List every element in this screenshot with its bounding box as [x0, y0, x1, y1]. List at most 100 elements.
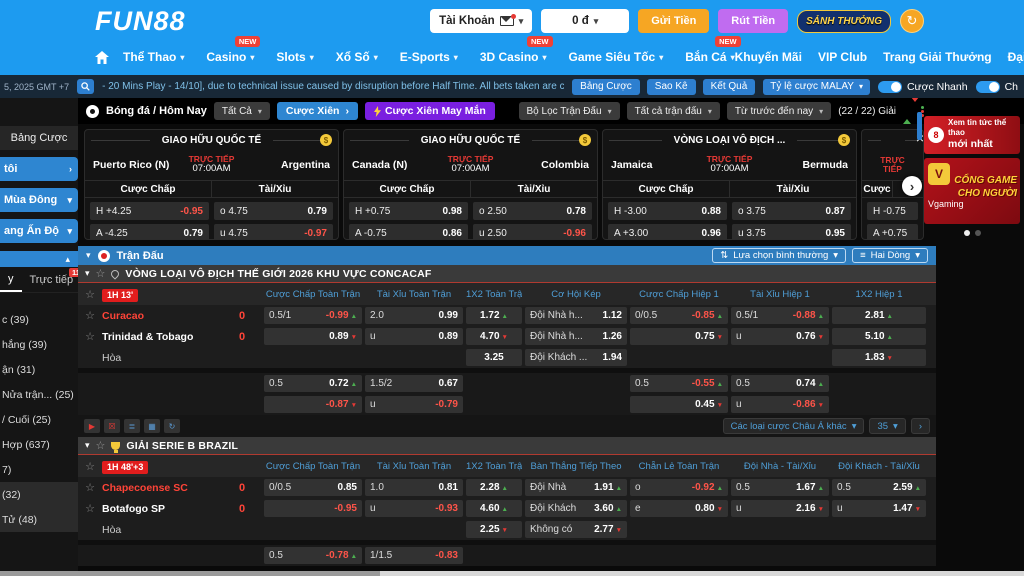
odds-cell[interactable]: u-0.86▼ [731, 396, 829, 413]
second-toggle[interactable]: Ch [976, 81, 1018, 93]
odds-cell[interactable]: u0.76▼ [731, 328, 829, 345]
announcement-button-ket-qua[interactable]: Kết Quả [703, 79, 756, 95]
sidebar-tab-live[interactable]: Trực tiếp 117 [22, 267, 79, 292]
sidebar-tab-today[interactable]: y [0, 267, 22, 292]
filter-select-bo-loc-tran-au[interactable]: Bộ Lọc Trận Đấu▾ [519, 102, 620, 120]
odds-cell[interactable]: 1/1.5-0.83 [365, 547, 463, 564]
sidebar-item-7[interactable]: 7) [0, 457, 78, 482]
other-bets-select[interactable]: Các loại cược Châu Á khác▾ [723, 418, 865, 434]
nav-item-xo-so[interactable]: Xổ Số▾ [336, 50, 378, 64]
mix-parlay-button[interactable]: Cược Xiên › [277, 102, 358, 120]
odds-cell[interactable]: A +0.75 [867, 224, 918, 240]
quick-bet-toggle[interactable]: Cược Nhanh [878, 81, 968, 93]
chevron-down-icon[interactable]: ▾ [85, 440, 90, 451]
page-size-select[interactable]: 35▾ [869, 418, 905, 434]
odds-cell[interactable]: 4.60▲ [466, 500, 522, 517]
sidebar-item-32[interactable]: (32) [0, 482, 78, 507]
odds-cell[interactable]: 0.89▼ [264, 328, 362, 345]
odds-cell[interactable]: 0/0.50.85 [264, 479, 362, 496]
odds-cell[interactable]: u 2.50-0.96 [473, 224, 592, 240]
odds-cell[interactable]: e0.80▼ [630, 500, 728, 517]
nav-item-e-sports[interactable]: E-Sports▾ [400, 50, 458, 64]
sidebar-item-an-31[interactable]: ận (31) [0, 357, 78, 382]
star-icon[interactable]: ☆ [81, 309, 99, 322]
search-icon[interactable] [77, 79, 94, 94]
support-icon[interactable]: ↻ [900, 9, 924, 33]
deposit-button[interactable]: Gửi Tiền [638, 9, 709, 33]
odds-type-select[interactable]: Tỷ lệ cược MALAY ▾ [763, 79, 870, 95]
game-banner[interactable]: V Vgaming CỔNG GAME CHO NGƯỜI [924, 158, 1020, 224]
balance-dropdown[interactable]: 0 đ ▾ [541, 9, 629, 33]
all-matches-select[interactable]: Tất Cả ▾ [214, 102, 270, 120]
sidebar-item-hop-637[interactable]: Hợp (637) [0, 432, 78, 457]
odds-cell[interactable]: Đội Nhà1.91▲ [525, 479, 627, 496]
sidebar-button-mua-ong[interactable]: Mùa Đông▾ [0, 188, 78, 212]
odds-cell[interactable]: o 4.750.79 [214, 202, 333, 220]
star-icon[interactable]: ☆ [96, 267, 106, 280]
sidebar-button-toi[interactable]: tôi› [0, 157, 78, 181]
next-arrow-icon[interactable]: › [902, 176, 922, 196]
rewards-hall-button[interactable]: SẢNH THƯỞNG [797, 10, 891, 33]
odds-cell[interactable]: A +3.000.96 [608, 224, 727, 240]
odds-cell[interactable]: 1.72▲ [466, 307, 522, 324]
odds-cell[interactable]: 0.5/1-0.99▲ [264, 307, 362, 324]
nav-item-3d-casino[interactable]: NEW3D Casino▾ [480, 50, 547, 64]
promo-dot[interactable] [975, 230, 981, 236]
sidebar-item-cuoi-25[interactable]: / Cuối (25) [0, 407, 78, 432]
sidebar-button-ang-an-o[interactable]: ang Ấn Độ▾ [0, 219, 78, 243]
chevron-down-icon[interactable]: ▾ [85, 268, 90, 279]
odds-cell[interactable]: H -3.000.88 [608, 202, 727, 220]
odds-cell[interactable]: 0/0.5-0.85▲ [630, 307, 728, 324]
odds-cell[interactable]: H +0.750.98 [349, 202, 468, 220]
sidebar-item-c-39[interactable]: c (39) [0, 307, 78, 332]
star-icon[interactable]: ☆ [81, 288, 99, 301]
odds-cell[interactable]: 2.00.99 [365, 307, 463, 324]
list-view-icon[interactable]: ≣ [124, 419, 140, 433]
odds-cell[interactable]: 1.83▼ [832, 349, 926, 366]
odds-cell[interactable]: u 4.75-0.97 [214, 224, 333, 240]
odds-cell[interactable]: u-0.93 [365, 500, 463, 517]
odds-cell[interactable]: u1.47▼ [832, 500, 926, 517]
odds-cell[interactable]: 5.10▲ [832, 328, 926, 345]
refresh-icon[interactable]: ↻ [164, 419, 180, 433]
nav-link-trang-giai-thuong[interactable]: Trang Giải Thưởng [883, 50, 992, 64]
row-mode-select[interactable]: ≡ Hai Dòng ▾ [852, 248, 928, 263]
odds-cell[interactable]: u-0.79 [365, 396, 463, 413]
odds-cell[interactable]: o-0.92▲ [630, 479, 728, 496]
nav-link-khuyen-mai[interactable]: Khuyến Mãi [735, 50, 802, 64]
sidebar-item-hang-39[interactable]: hắng (39) [0, 332, 78, 357]
sidebar-item-nua-tran-25[interactable]: Nửa trận... (25) [0, 382, 78, 407]
stats-icon[interactable]: ▦ [144, 419, 160, 433]
odds-cell[interactable]: Đội Nhà h...1.26 [525, 328, 627, 345]
nav-item-casino[interactable]: NEWCasino▾ [206, 50, 254, 64]
odds-cell[interactable]: 0.5-0.78▲ [264, 547, 362, 564]
horizontal-scrollbar[interactable] [0, 571, 1024, 576]
odds-cell[interactable]: H -0.75 [867, 202, 918, 220]
nav-item-game-sieu-toc[interactable]: Game Siêu Tốc▾ [569, 50, 664, 64]
filter-select-tu-truoc-en-nay[interactable]: Từ trước đến nay▾ [727, 102, 831, 120]
odds-cell[interactable]: A -0.750.86 [349, 224, 468, 240]
odds-cell[interactable]: u 3.750.95 [732, 224, 851, 240]
odds-cell[interactable]: 2.25▼ [466, 521, 522, 538]
nav-item-slots[interactable]: Slots▾ [276, 50, 313, 64]
star-icon[interactable]: ☆ [81, 330, 99, 343]
odds-cell[interactable]: -0.87▼ [264, 396, 362, 413]
odds-cell[interactable]: A -4.250.79 [90, 224, 209, 240]
odds-cell[interactable]: o 2.500.78 [473, 202, 592, 220]
fun88-logo[interactable]: FUN88 [95, 6, 186, 37]
sidebar-item-tu-48[interactable]: Tử (48) [0, 507, 78, 532]
display-mode-select[interactable]: ⇅ Lựa chọn bình thường ▾ [712, 248, 846, 263]
nav-item-ban-ca[interactable]: NEWBắn Cá▾ [685, 50, 734, 64]
odds-cell[interactable]: 1.00.81 [365, 479, 463, 496]
star-icon[interactable]: ☆ [96, 439, 106, 452]
odds-cell[interactable]: Không có2.77▼ [525, 521, 627, 538]
odds-cell[interactable]: o 3.750.87 [732, 202, 851, 220]
odds-cell[interactable]: 2.81▲ [832, 307, 926, 324]
chevron-down-icon[interactable]: ▾ [86, 250, 91, 261]
odds-cell[interactable]: 0.51.67▲ [731, 479, 829, 496]
odds-cell[interactable]: 0.50.74▲ [731, 375, 829, 392]
star-icon[interactable]: ☆ [81, 460, 99, 473]
star-icon[interactable]: ☆ [81, 502, 99, 515]
next-page-button[interactable]: › [911, 418, 930, 434]
league-header-vong-loai-vo-ich-the-gioi-2026-khu-vuc-concacaf[interactable]: ▾☆VÒNG LOẠI VÔ ĐỊCH THẾ GIỚI 2026 KHU VỰ… [78, 265, 936, 283]
